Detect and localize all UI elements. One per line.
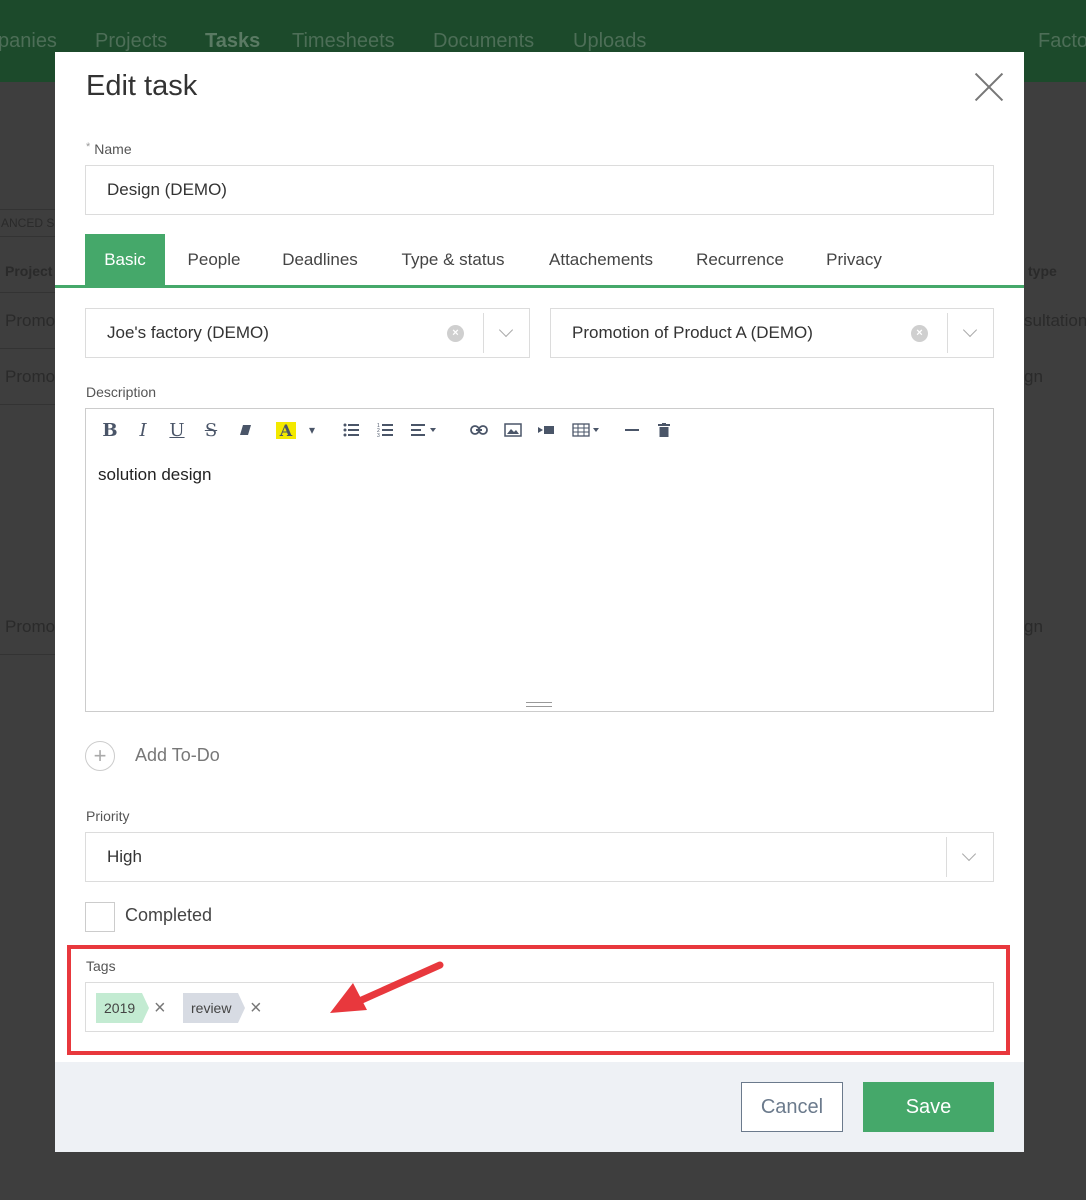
horizontal-rule-icon	[625, 429, 639, 431]
highlight-color-button[interactable]: A	[276, 421, 296, 440]
bg-col-type: type	[1028, 263, 1057, 279]
image-icon[interactable]	[502, 419, 524, 441]
trash-icon[interactable]	[655, 419, 673, 441]
bg-nav-factory: Facto	[1038, 30, 1086, 52]
edit-task-modal: Edit task * Name Design (DEMO) Basic Peop…	[55, 52, 1024, 1152]
priority-label: Priority	[86, 808, 130, 824]
completed-checkbox[interactable]	[85, 902, 115, 932]
bg-row-project: Promo	[5, 367, 56, 386]
priority-select-value: High	[107, 847, 142, 866]
bg-nav-projects: Projects	[95, 30, 168, 52]
arrow-annotation-icon	[330, 961, 444, 1013]
task-tabs: Basic People Deadlines Type & status Att…	[55, 234, 1024, 288]
bg-nav-timesheets: Timesheets	[292, 30, 395, 52]
select-separator	[483, 313, 484, 353]
svg-text:3: 3	[377, 433, 380, 437]
editor-toolbar: B I U S A ▾ 123	[86, 409, 993, 449]
bg-divider	[0, 654, 60, 655]
company-select-value: Joe's factory (DEMO)	[107, 323, 269, 342]
link-icon	[470, 425, 488, 435]
bg-nav-uploads: Uploads	[573, 30, 647, 52]
strikethrough-button[interactable]: S	[201, 419, 221, 441]
tab-basic[interactable]: Basic	[85, 234, 165, 285]
tab-recurrence[interactable]: Recurrence	[685, 234, 795, 285]
description-label: Description	[86, 384, 157, 400]
link-icon[interactable]	[468, 419, 490, 441]
image-icon	[504, 423, 522, 437]
save-button[interactable]: Save	[863, 1082, 994, 1132]
tab-type-status[interactable]: Type & status	[390, 234, 516, 285]
bullet-list-icon	[343, 423, 359, 437]
required-mark: *	[86, 141, 91, 153]
name-label: * Name	[86, 141, 132, 157]
cancel-button[interactable]: Cancel	[741, 1082, 843, 1132]
resize-handle[interactable]	[526, 702, 552, 707]
eraser-icon	[240, 425, 251, 435]
underline-button[interactable]: U	[167, 419, 187, 441]
add-todo-link[interactable]: Add To-Do	[135, 745, 220, 766]
bg-nav-documents: Documents	[433, 30, 535, 52]
bold-button[interactable]: B	[100, 419, 120, 441]
bg-row-type: gn	[1024, 617, 1043, 636]
project-select-value: Promotion of Product A (DEMO)	[572, 323, 813, 342]
table-icon[interactable]	[570, 419, 604, 441]
chevron-down-icon[interactable]: ▾	[306, 419, 318, 441]
select-separator	[946, 837, 947, 877]
name-input-value: Design (DEMO)	[107, 180, 227, 199]
description-content[interactable]: solution design	[98, 465, 211, 485]
eraser-icon[interactable]	[236, 419, 256, 441]
description-editor: B I U S A ▾ 123 solution design	[85, 408, 994, 712]
bg-col-project: Project	[5, 263, 53, 279]
clear-icon[interactable]: ×	[911, 325, 928, 342]
bullet-list-icon[interactable]	[341, 419, 361, 441]
bg-row-type: sultation	[1024, 311, 1086, 330]
clear-icon[interactable]: ×	[447, 325, 464, 342]
project-select[interactable]: Promotion of Product A (DEMO) ×	[550, 308, 994, 358]
modal-title: Edit task	[86, 70, 198, 102]
company-select[interactable]: Joe's factory (DEMO) ×	[85, 308, 530, 358]
align-left-icon	[411, 424, 436, 436]
numbered-list-icon[interactable]: 123	[375, 419, 395, 441]
bg-nav-tasks: Tasks	[205, 30, 261, 52]
priority-select[interactable]: High	[85, 832, 994, 882]
table-icon	[572, 423, 599, 437]
chevron-down-icon[interactable]	[962, 322, 978, 338]
bg-divider	[0, 348, 60, 349]
tab-attachements[interactable]: Attachements	[536, 234, 666, 285]
bg-row-type: gn	[1024, 367, 1043, 386]
name-input[interactable]: Design (DEMO)	[85, 165, 994, 215]
bg-row-project: Promo	[5, 311, 56, 330]
bg-divider	[0, 404, 60, 405]
select-separator	[947, 313, 948, 353]
bg-nav-companies: panies	[0, 30, 57, 52]
tab-people[interactable]: People	[175, 234, 253, 285]
tags-highlight-box	[67, 945, 1010, 1055]
modal-footer: Cancel Save	[55, 1062, 1024, 1152]
numbered-list-icon: 123	[377, 423, 393, 437]
video-icon[interactable]	[535, 419, 557, 441]
close-icon[interactable]	[974, 72, 1004, 102]
add-todo-icon[interactable]: +	[85, 741, 115, 771]
bg-divider	[0, 292, 60, 293]
completed-label: Completed	[125, 905, 213, 925]
chevron-down-icon[interactable]	[498, 322, 514, 338]
trash-icon	[658, 423, 670, 437]
tab-deadlines[interactable]: Deadlines	[270, 234, 370, 285]
align-dropdown-icon[interactable]	[409, 419, 441, 441]
horizontal-rule-icon[interactable]	[623, 419, 641, 441]
tab-privacy[interactable]: Privacy	[816, 234, 892, 285]
name-label-text: Name	[94, 141, 132, 157]
bg-row-project: Promo	[5, 617, 56, 636]
chevron-down-icon[interactable]	[961, 846, 977, 862]
italic-button[interactable]: I	[133, 419, 153, 441]
video-icon	[538, 426, 554, 434]
